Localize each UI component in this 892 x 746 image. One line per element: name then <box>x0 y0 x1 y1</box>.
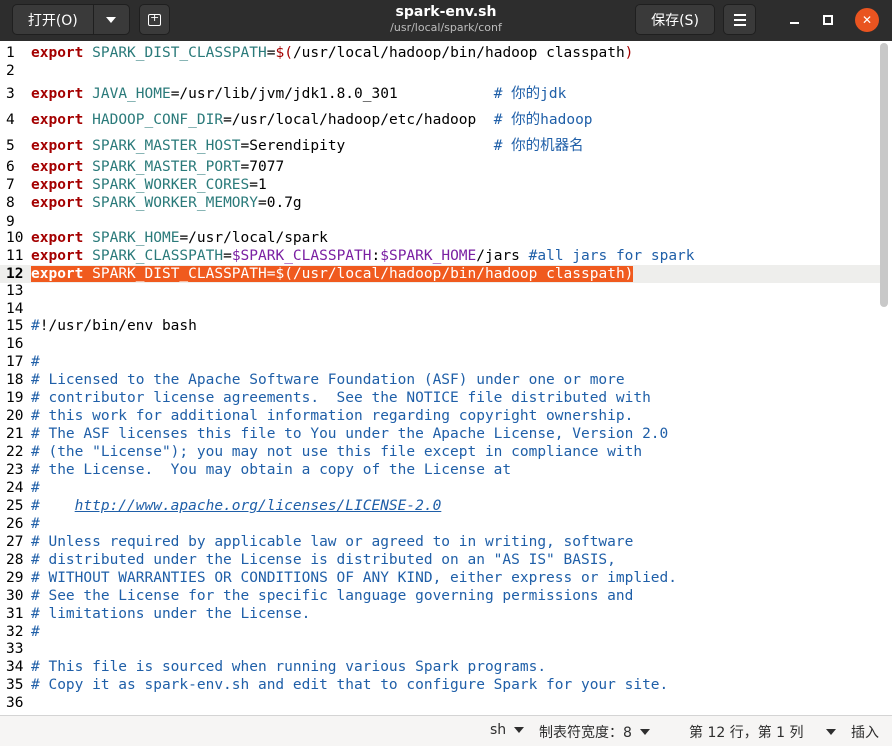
line-number: 31 <box>6 606 24 622</box>
line-code: # Licensed to the Apache Software Founda… <box>31 372 625 388</box>
window-subtitle-path: /usr/local/spark/conf <box>390 21 502 34</box>
line-number: 24 <box>6 480 24 496</box>
recent-files-dropdown[interactable] <box>94 5 129 34</box>
line-number: 22 <box>6 444 24 460</box>
line-code: export SPARK_DIST_CLASSPATH=$(/usr/local… <box>31 265 634 283</box>
line-code: export SPARK_MASTER_PORT=7077 <box>31 159 285 175</box>
cursor-position-selector[interactable]: 第 12 行，第 1 列 <box>689 722 836 742</box>
line-code: export SPARK_CLASSPATH=$SPARK_CLASSPATH:… <box>31 248 695 264</box>
insert-mode-indicator[interactable]: 插入 <box>851 722 879 742</box>
line-code: export SPARK_WORKER_MEMORY=0.7g <box>31 195 302 211</box>
line-number: 36 <box>6 695 24 711</box>
line-code: # <box>31 480 40 496</box>
line-number: 25 <box>6 498 24 514</box>
line-number: 15 <box>6 318 24 334</box>
vertical-scrollbar[interactable] <box>880 43 888 307</box>
line-code: export HADOOP_CONF_DIR=/usr/local/hadoop… <box>31 112 593 128</box>
line-number: 29 <box>6 570 24 586</box>
header-bar: 打开(O) spark-env.sh /usr/local/spark/conf… <box>0 0 892 41</box>
line-number: 2 <box>6 63 15 79</box>
line-number: 27 <box>6 534 24 550</box>
line-code: # The ASF licenses this file to You unde… <box>31 426 669 442</box>
line-number: 14 <box>6 301 24 317</box>
line-number: 17 <box>6 354 24 370</box>
line-code: # contributor license agreements. See th… <box>31 390 651 406</box>
tab-width-selector[interactable]: 制表符宽度：8 <box>539 722 650 742</box>
line-code: export SPARK_HOME=/usr/local/spark <box>31 230 328 246</box>
close-icon[interactable]: ✕ <box>855 8 879 32</box>
line-code: # http://www.apache.org/licenses/LICENSE… <box>31 498 442 514</box>
tab-width-label: 制表符宽度：8 <box>539 725 632 741</box>
line-number: 30 <box>6 588 24 604</box>
line-number: 18 <box>6 372 24 388</box>
open-button[interactable]: 打开(O) <box>13 5 94 34</box>
language-selector[interactable]: sh <box>490 722 525 738</box>
line-code: # See the License for the specific langu… <box>31 588 634 604</box>
gedit-window: 打开(O) spark-env.sh /usr/local/spark/conf… <box>0 0 892 746</box>
chevron-down-icon <box>514 727 525 733</box>
line-code: # distributed under the License is distr… <box>31 552 616 568</box>
line-code: # <box>31 354 40 370</box>
insert-mode-label: 插入 <box>851 725 879 741</box>
line-number: 11 <box>6 248 24 264</box>
line-number: 28 <box>6 552 24 568</box>
line-number: 13 <box>6 283 24 299</box>
line-code: export SPARK_DIST_CLASSPATH=$(/usr/local… <box>31 45 634 61</box>
window-title: spark-env.sh <box>395 4 497 20</box>
line-code: # (the "License"); you may not use this … <box>31 444 643 460</box>
line-number: 3 <box>6 86 15 102</box>
new-document-button[interactable] <box>139 4 170 35</box>
line-number: 34 <box>6 659 24 675</box>
line-number: 21 <box>6 426 24 442</box>
maximize-icon[interactable] <box>818 10 838 30</box>
open-button-group[interactable]: 打开(O) <box>12 4 130 35</box>
line-number: 8 <box>6 195 15 211</box>
line-code: # This file is sourced when running vari… <box>31 659 547 675</box>
line-number: 10 <box>6 230 24 246</box>
chevron-down-icon <box>825 729 836 735</box>
line-code: # <box>31 624 40 640</box>
line-code: # Unless required by applicable law or a… <box>31 534 634 550</box>
line-number: 7 <box>6 177 15 193</box>
line-number: 16 <box>6 336 24 352</box>
new-tab-icon <box>148 11 161 26</box>
line-number: 26 <box>6 516 24 532</box>
line-code: # <box>31 516 40 532</box>
save-button[interactable]: 保存(S) <box>635 4 715 35</box>
cursor-position-label: 第 12 行，第 1 列 <box>689 725 804 741</box>
line-code: #!/usr/bin/env bash <box>31 318 197 334</box>
line-number: 23 <box>6 462 24 478</box>
line-number: 1 <box>6 45 15 61</box>
line-number: 32 <box>6 624 24 640</box>
line-code: # limitations under the License. <box>31 606 311 622</box>
line-code: # this work for additional information r… <box>31 408 634 424</box>
line-code: # WITHOUT WARRANTIES OR CONDITIONS OF AN… <box>31 570 678 586</box>
minimize-icon[interactable] <box>784 10 804 30</box>
line-code: export SPARK_WORKER_CORES=1 <box>31 177 267 193</box>
line-code: export SPARK_MASTER_HOST=Serendipity # 你… <box>31 138 584 154</box>
selected-text: export SPARK_DIST_CLASSPATH=$(/usr/local… <box>31 266 634 282</box>
line-code: # the License. You may obtain a copy of … <box>31 462 512 478</box>
language-label: sh <box>490 722 507 738</box>
chevron-down-icon <box>639 729 650 735</box>
line-number: 35 <box>6 677 24 693</box>
line-number: 4 <box>6 112 15 128</box>
line-number: 6 <box>6 159 15 175</box>
line-code: # Copy it as spark-env.sh and edit that … <box>31 677 669 693</box>
line-number: 33 <box>6 641 24 657</box>
line-number: 19 <box>6 390 24 406</box>
status-bar: sh 制表符宽度：8 第 12 行，第 1 列 插入 <box>0 715 892 746</box>
chevron-down-icon <box>106 16 117 23</box>
line-number: 12 <box>6 266 24 282</box>
hamburger-menu-icon[interactable] <box>723 4 756 35</box>
text-editor-area[interactable]: 1 export SPARK_DIST_CLASSPATH=$(/usr/loca… <box>0 41 892 715</box>
line-code: export JAVA_HOME=/usr/lib/jvm/jdk1.8.0_3… <box>31 86 567 102</box>
line-number: 20 <box>6 408 24 424</box>
line-number: 5 <box>6 138 15 154</box>
